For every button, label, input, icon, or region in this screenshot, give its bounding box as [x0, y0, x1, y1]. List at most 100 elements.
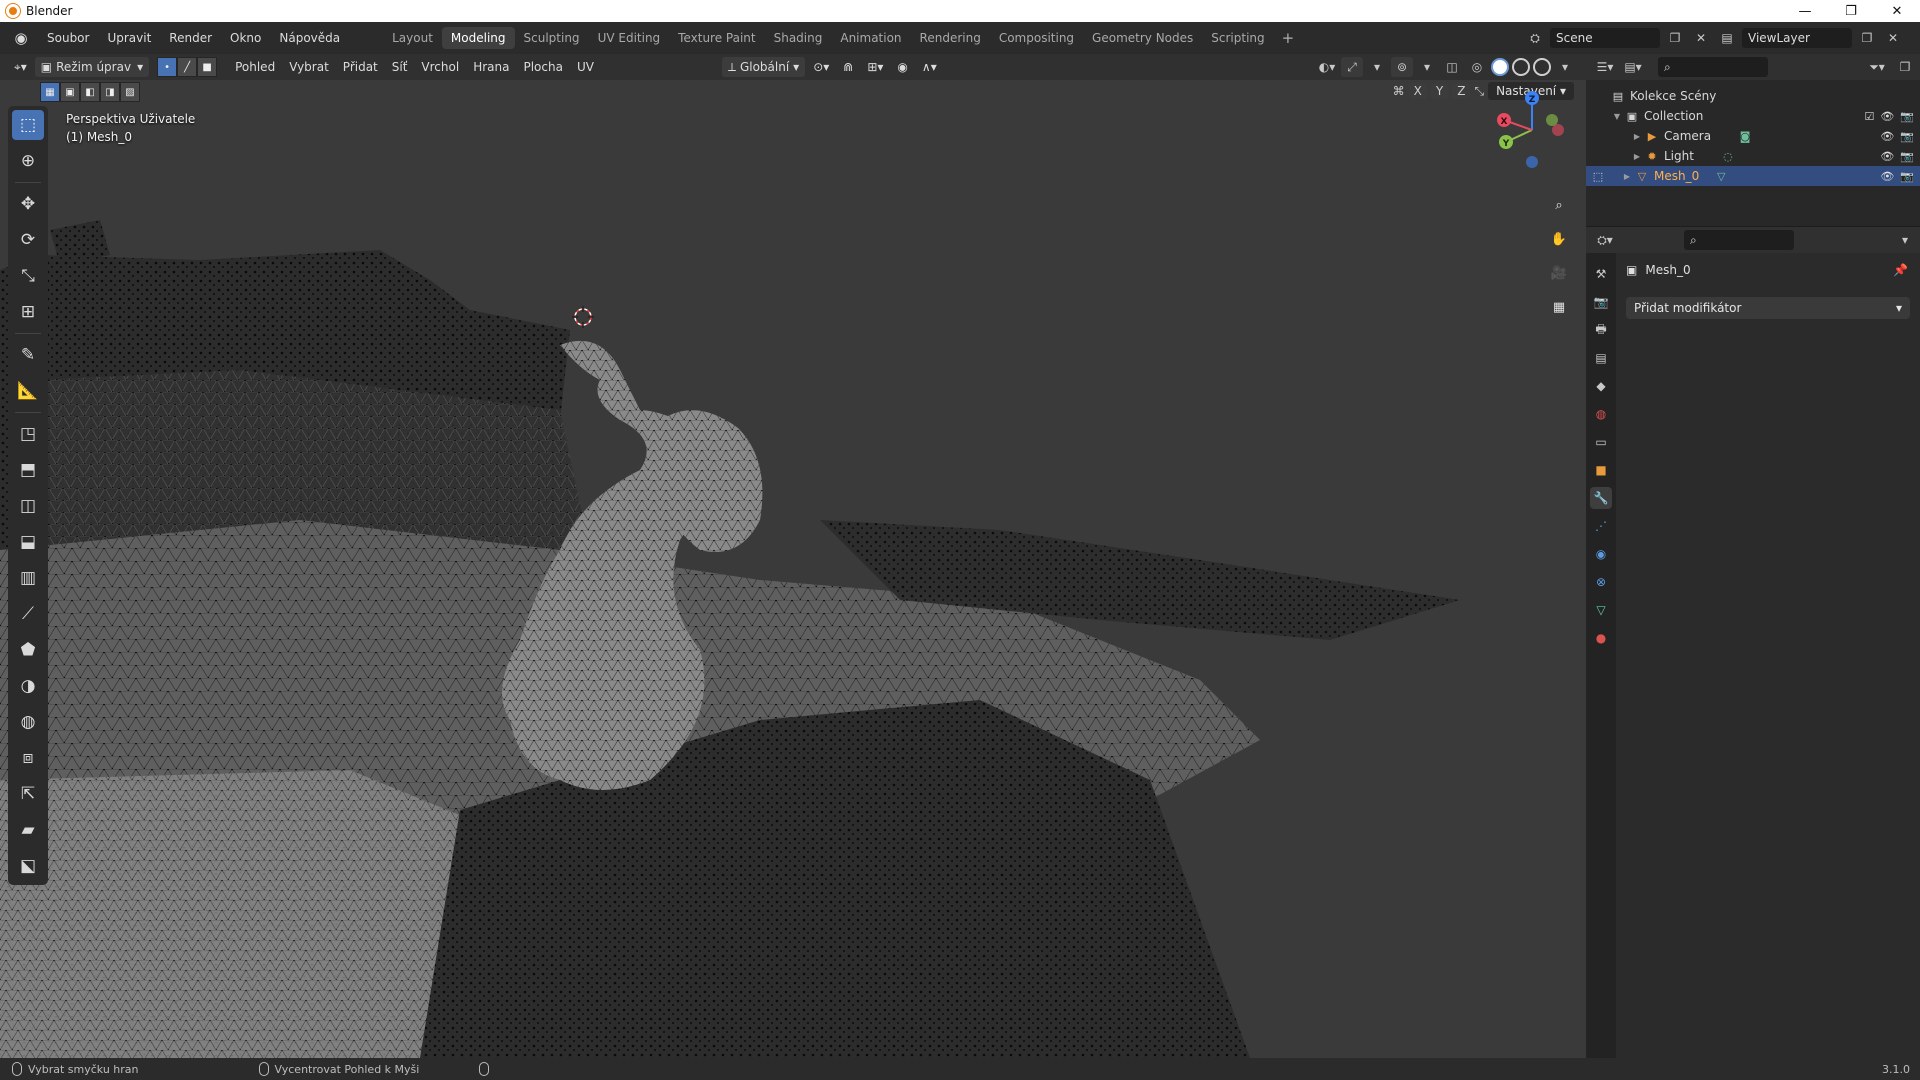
move-tool-icon[interactable]: ✥	[12, 189, 44, 219]
spin-tool-icon[interactable]: ◑	[12, 671, 44, 701]
camera-view-icon[interactable]: 🎥	[1546, 260, 1572, 286]
outliner-editor-icon[interactable]: ☰▾	[1594, 57, 1616, 77]
outliner-item-mesh[interactable]: ⬚ ▶ ▽ Mesh_0 ▽ 👁 📷	[1586, 166, 1920, 186]
outliner-scene-collection[interactable]: ▤ Kolekce Scény	[1586, 86, 1920, 106]
outliner-search-input[interactable]: ⌕	[1658, 57, 1768, 77]
scene-tab-icon[interactable]: ◆	[1590, 375, 1612, 397]
menu-select[interactable]: Vybrat	[283, 57, 335, 77]
mirror-y-toggle[interactable]: Y	[1430, 83, 1449, 99]
maximize-button[interactable]: ❐	[1828, 0, 1874, 22]
select-invert-icon[interactable]: ◨	[100, 82, 120, 102]
new-view-layer-icon[interactable]: ❐	[1856, 28, 1878, 48]
tab-modeling[interactable]: Modeling	[441, 27, 515, 49]
extrude-tool-icon[interactable]: ⬒	[12, 455, 44, 485]
tab-sculpting[interactable]: Sculpting	[515, 27, 589, 49]
overlays-dropdown-icon[interactable]: ▾	[1416, 57, 1438, 77]
camera-render-icon[interactable]: 📷	[1900, 110, 1914, 123]
menu-window[interactable]: Okno	[221, 27, 270, 49]
new-collection-icon[interactable]: ❐	[1894, 57, 1916, 77]
shear-tool-icon[interactable]: ▰	[12, 815, 44, 845]
falloff-icon[interactable]: ∧▾	[916, 57, 943, 77]
properties-search-input[interactable]: ⌕	[1684, 230, 1794, 250]
expand-arrow-icon[interactable]: ▶	[1630, 152, 1644, 161]
rendered-shading-icon[interactable]	[1533, 58, 1551, 76]
tab-rendering[interactable]: Rendering	[911, 27, 990, 49]
world-tab-icon[interactable]: ◍	[1590, 403, 1612, 425]
visibility-icon[interactable]: ◐▾	[1316, 57, 1338, 77]
camera-render-icon[interactable]: 📷	[1900, 170, 1914, 183]
navigation-gizmo[interactable]: Z Y X	[1492, 90, 1572, 170]
pivot-point-icon[interactable]: ⊙▾	[807, 57, 835, 77]
shrink-fatten-tool-icon[interactable]: ⇱	[12, 779, 44, 809]
delete-view-layer-icon[interactable]: ✕	[1882, 28, 1904, 48]
delete-scene-icon[interactable]: ✕	[1690, 28, 1712, 48]
display-mode-icon[interactable]: ▤▾	[1622, 57, 1644, 77]
vertex-select-icon[interactable]: •	[157, 57, 178, 77]
snap-target-icon[interactable]: ⊞▾	[861, 57, 889, 77]
menu-add[interactable]: Přidat	[337, 57, 384, 77]
menu-vertex[interactable]: Vrchol	[415, 57, 465, 77]
properties-options-icon[interactable]: ▾	[1894, 230, 1916, 250]
tab-shading[interactable]: Shading	[765, 27, 832, 49]
properties-editor-icon[interactable]: ⛭▾	[1594, 230, 1616, 250]
menu-help[interactable]: Nápověda	[270, 27, 349, 49]
overlays-toggle-icon[interactable]: ⊚	[1391, 57, 1413, 77]
outliner-item-light[interactable]: ▶ ✹ Light ◌ 👁 📷	[1586, 146, 1920, 166]
editor-type-icon[interactable]: ⌖▾	[8, 57, 33, 77]
scene-name-field[interactable]: Scene	[1550, 28, 1660, 48]
view-layer-icon[interactable]: ▤	[1716, 28, 1738, 48]
cursor-tool-icon[interactable]: ⊕	[12, 146, 44, 176]
3d-viewport[interactable]: ▦ ▣ ◧ ◨ ▨ Perspektiva Uživatele (1) Mesh…	[0, 80, 1586, 1058]
add-modifier-button[interactable]: Přidat modifikátor ▾	[1626, 297, 1910, 319]
output-tab-icon[interactable]: 🖶	[1590, 319, 1612, 341]
eye-icon[interactable]: 👁	[1880, 170, 1894, 183]
mirror-z-toggle[interactable]: Z	[1452, 83, 1471, 99]
menu-file[interactable]: Soubor	[38, 27, 98, 49]
add-cube-tool-icon[interactable]: ◳	[12, 419, 44, 449]
menu-view[interactable]: Pohled	[229, 57, 281, 77]
loop-cut-tool-icon[interactable]: ▥	[12, 563, 44, 593]
edge-slide-tool-icon[interactable]: ⧈	[12, 743, 44, 773]
mirror-icon[interactable]: ⌘	[1393, 84, 1405, 98]
object-tab-icon[interactable]: ■	[1590, 459, 1612, 481]
modifiers-tab-icon[interactable]: 🔧	[1590, 487, 1612, 509]
proportional-edit-icon[interactable]: ◉	[891, 57, 913, 77]
solid-shading-icon[interactable]	[1491, 58, 1509, 76]
pin-icon[interactable]: 📌	[1893, 263, 1908, 277]
tab-compositing[interactable]: Compositing	[990, 27, 1083, 49]
select-subtract-icon[interactable]: ◧	[80, 82, 100, 102]
auto-merge-icon[interactable]: ⤡	[1474, 84, 1484, 99]
data-tab-icon[interactable]: ▽	[1590, 599, 1612, 621]
tab-texture-paint[interactable]: Texture Paint	[669, 27, 764, 49]
new-scene-icon[interactable]: ❐	[1664, 28, 1686, 48]
poly-build-tool-icon[interactable]: ⬟	[12, 635, 44, 665]
orientation-dropdown[interactable]: ⟂ Globální ▾	[721, 57, 806, 77]
transform-tool-icon[interactable]: ⊞	[12, 297, 44, 327]
rotate-tool-icon[interactable]: ⟳	[12, 225, 44, 255]
camera-render-icon[interactable]: 📷	[1900, 150, 1914, 163]
tool-tab-icon[interactable]: ⚒	[1590, 263, 1612, 285]
bevel-tool-icon[interactable]: ⬓	[12, 527, 44, 557]
gizmo-dropdown-icon[interactable]: ▾	[1366, 57, 1388, 77]
menu-edge[interactable]: Hrana	[467, 57, 515, 77]
close-button[interactable]: ✕	[1874, 0, 1920, 22]
expand-arrow-icon[interactable]: ▶	[1630, 132, 1644, 141]
menu-uv[interactable]: UV	[571, 57, 600, 77]
shading-dropdown-icon[interactable]: ▾	[1554, 57, 1576, 77]
snap-icon[interactable]: ⋒	[837, 57, 859, 77]
particles-tab-icon[interactable]: ⋰	[1590, 515, 1612, 537]
perspective-toggle-icon[interactable]: ▦	[1546, 294, 1572, 320]
rip-tool-icon[interactable]: ⬕	[12, 851, 44, 881]
add-workspace-button[interactable]: +	[1274, 29, 1303, 47]
edge-select-icon[interactable]: ╱	[177, 57, 198, 77]
measure-tool-icon[interactable]: 📐	[12, 376, 44, 406]
minimize-button[interactable]: —	[1782, 0, 1828, 22]
tab-animation[interactable]: Animation	[831, 27, 910, 49]
wireframe-shading-icon[interactable]: ◎	[1466, 57, 1488, 77]
constraints-tab-icon[interactable]: ⊗	[1590, 571, 1612, 593]
smooth-tool-icon[interactable]: ◍	[12, 707, 44, 737]
scale-tool-icon[interactable]: ⤡	[12, 261, 44, 291]
outliner-collection[interactable]: ▼ ▣ Collection ☑ 👁 📷	[1586, 106, 1920, 126]
mirror-x-toggle[interactable]: X	[1408, 83, 1427, 99]
blender-menu-icon[interactable]: ◉	[8, 25, 34, 51]
